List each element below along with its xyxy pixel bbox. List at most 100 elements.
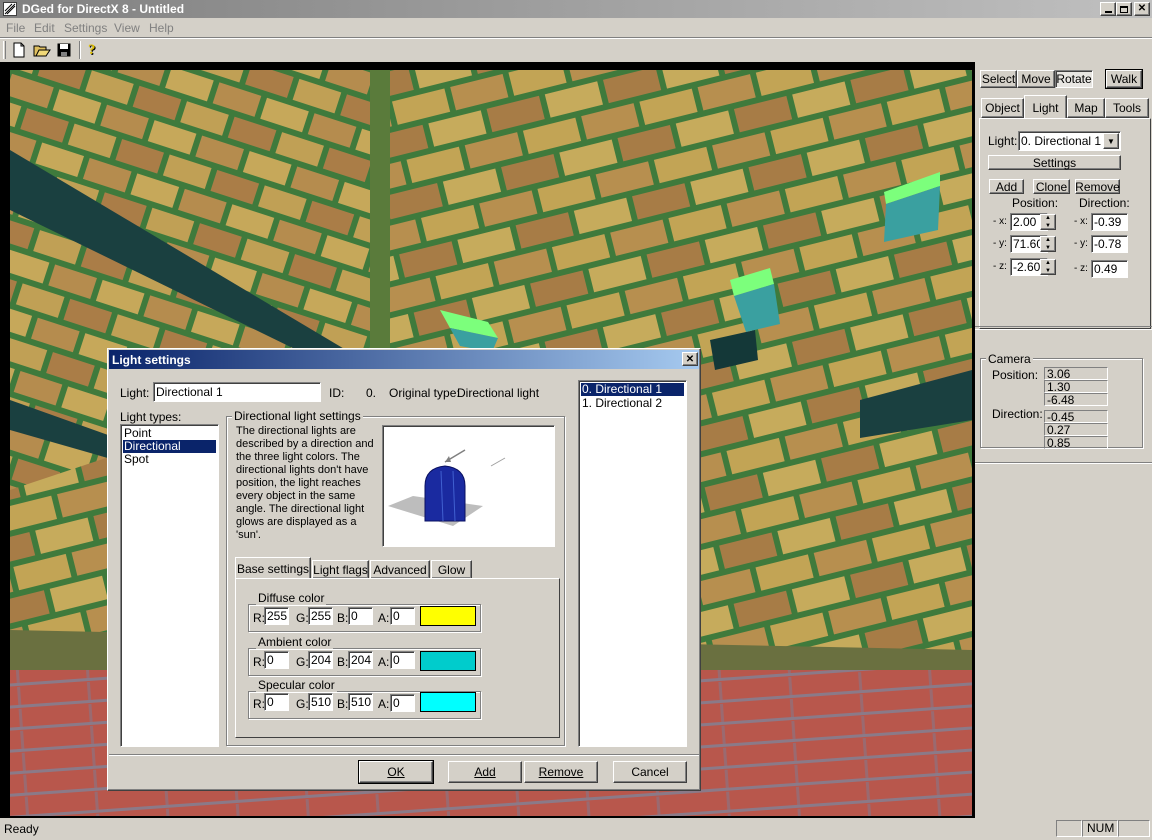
tab-light-flags[interactable]: Light flags <box>312 560 369 579</box>
tab-advanced[interactable]: Advanced <box>370 560 430 579</box>
ambient-a-field[interactable]: 0 <box>390 651 415 669</box>
specular-g-label: G: <box>296 697 309 711</box>
save-icon <box>57 43 71 57</box>
camera-position-label: Position: <box>992 368 1039 382</box>
app-icon <box>3 2 17 16</box>
position-x-label: - x: <box>993 216 1007 227</box>
ambient-r-field[interactable]: 0 <box>264 651 289 669</box>
direction-z-label: - z: <box>1074 263 1088 274</box>
camera-direction-y: 0.27 <box>1044 423 1108 436</box>
diffuse-r-field[interactable]: 255 <box>264 607 289 625</box>
status-text: Ready <box>4 822 39 836</box>
original-type-label: Original type: <box>389 386 460 400</box>
specular-g-field[interactable]: 510 <box>308 693 333 711</box>
tab-object[interactable]: Object <box>981 98 1024 118</box>
new-icon <box>13 42 25 58</box>
position-x-spinner[interactable]: ▲ ▼ <box>1040 214 1056 230</box>
toolbar: ?? <box>0 39 1152 61</box>
rotate-mode-button[interactable]: Rotate <box>1055 70 1093 88</box>
dialog-add-label: Add <box>474 765 496 779</box>
dialog-remove-button[interactable]: Remove <box>524 761 598 783</box>
spin-up-icon: ▲ <box>1045 237 1051 243</box>
ambient-g-label: G: <box>296 655 309 669</box>
select-mode-button[interactable]: Select <box>980 70 1017 88</box>
specular-a-label: A: <box>378 697 390 711</box>
directional-description: The directional lights are described by … <box>236 425 374 541</box>
spin-up-icon: ▲ <box>1045 215 1051 221</box>
lights-list-item-1[interactable]: 1. Directional 2 <box>581 397 684 410</box>
new-button[interactable] <box>9 40 29 60</box>
diffuse-color-swatch[interactable] <box>420 606 476 626</box>
tab-base-settings[interactable]: Base settings <box>235 557 311 579</box>
clone-light-button[interactable]: Clone <box>1033 179 1070 194</box>
menu-view[interactable]: View <box>114 21 140 35</box>
dialog-remove-label: Remove <box>538 765 584 779</box>
light-types-list[interactable]: Point Directional Spot <box>120 424 219 747</box>
tab-glow[interactable]: Glow <box>431 560 472 579</box>
light-name-input[interactable]: Directional 1 <box>153 382 321 402</box>
minimize-button[interactable] <box>1100 2 1116 16</box>
tab-map[interactable]: Map <box>1067 98 1105 118</box>
dialog-add-button[interactable]: Add <box>448 761 522 783</box>
light-type-spot[interactable]: Spot <box>123 453 216 466</box>
ambient-b-field[interactable]: 204 <box>348 651 373 669</box>
help-button[interactable]: ?? <box>83 40 103 60</box>
specular-color-swatch[interactable] <box>420 692 476 712</box>
spin-up-icon: ▲ <box>1045 260 1051 266</box>
cancel-button[interactable]: Cancel <box>613 761 687 783</box>
direction-y-field[interactable]: -0.78 <box>1091 235 1128 253</box>
light-types-label: Light types: <box>120 410 182 424</box>
menu-help[interactable]: Help <box>149 21 174 35</box>
menu-file[interactable]: File <box>6 21 25 35</box>
tab-tools[interactable]: Tools <box>1105 98 1149 118</box>
window-title: DGed for DirectX 8 - Untitled <box>22 2 185 16</box>
diffuse-b-label: B: <box>337 611 349 625</box>
position-z-spinner[interactable]: ▲ ▼ <box>1040 259 1056 275</box>
close-button[interactable]: ✕ <box>1134 2 1150 16</box>
menu-edit[interactable]: Edit <box>34 21 55 35</box>
direction-z-field[interactable]: 0.49 <box>1091 260 1128 278</box>
diffuse-b-field[interactable]: 0 <box>348 607 373 625</box>
move-mode-button[interactable]: Move <box>1017 70 1055 88</box>
specular-a-field[interactable]: 0 <box>390 694 415 712</box>
direction-x-field[interactable]: -0.39 <box>1091 213 1128 231</box>
ok-button[interactable]: OK <box>358 760 434 784</box>
minimize-icon <box>1104 11 1112 13</box>
status-scroll <box>1118 820 1150 837</box>
light-select-dropdown[interactable]: ▼ <box>1103 133 1119 149</box>
walk-mode-button[interactable]: Walk <box>1105 69 1143 89</box>
toolbar-grip <box>3 41 6 59</box>
panel-splitter[interactable] <box>975 326 1152 330</box>
ambient-color-swatch[interactable] <box>420 651 476 671</box>
spin-down-icon: ▼ <box>1045 268 1051 274</box>
position-z-label: - z: <box>993 261 1007 272</box>
specular-b-field[interactable]: 510 <box>348 693 373 711</box>
remove-light-button[interactable]: Remove <box>1075 179 1120 194</box>
restore-icon <box>1120 5 1128 13</box>
tab-light[interactable]: Light <box>1024 95 1067 119</box>
camera-position-z: -6.48 <box>1044 393 1108 406</box>
lights-list[interactable]: 0. Directional 1 1. Directional 2 <box>578 380 687 747</box>
menu-settings[interactable]: Settings <box>64 21 107 35</box>
add-light-button[interactable]: Add <box>989 179 1024 194</box>
diffuse-a-field[interactable]: 0 <box>390 607 415 625</box>
diffuse-g-field[interactable]: 255 <box>308 607 333 625</box>
light-settings-button[interactable]: Settings <box>988 155 1121 170</box>
direction-y-label: - y: <box>1074 238 1088 249</box>
camera-position-y: 1.30 <box>1044 380 1108 393</box>
position-y-spinner[interactable]: ▲ ▼ <box>1040 236 1056 252</box>
specular-r-field[interactable]: 0 <box>264 693 289 711</box>
save-button[interactable] <box>53 40 75 60</box>
chevron-down-icon: ▼ <box>1107 136 1115 146</box>
dialog-title: Light settings <box>112 353 191 367</box>
status-bar: Ready NUM <box>0 818 1152 840</box>
restore-button[interactable] <box>1116 2 1132 16</box>
open-button[interactable] <box>31 40 53 60</box>
specular-b-label: B: <box>337 697 349 711</box>
lights-list-item-0[interactable]: 0. Directional 1 <box>581 383 684 396</box>
spin-down-icon: ▼ <box>1045 245 1051 251</box>
close-icon: ✕ <box>685 353 695 365</box>
ambient-g-field[interactable]: 204 <box>308 651 333 669</box>
dialog-close-button[interactable]: ✕ <box>682 352 698 366</box>
diffuse-a-label: A: <box>378 611 390 625</box>
